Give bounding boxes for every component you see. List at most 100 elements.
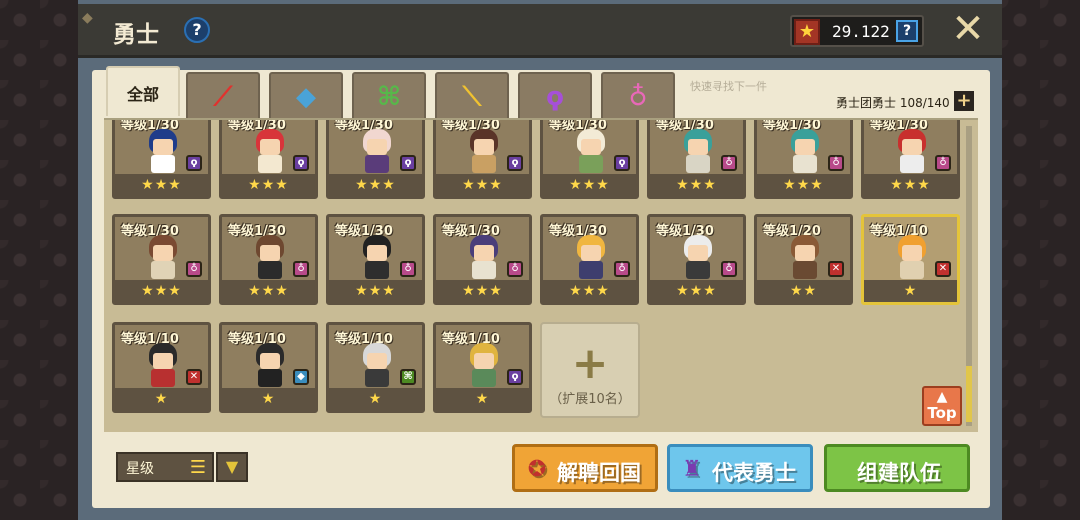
hero-stars: ★★★	[222, 280, 315, 302]
hero-stars: ★	[115, 388, 208, 410]
hero-sprite	[785, 235, 825, 283]
hero-stars: ★★★	[650, 174, 743, 196]
hero-sprite	[785, 129, 825, 177]
weapon-type-icon: ♁	[507, 261, 523, 277]
top-label: Top	[927, 404, 957, 422]
hero-stars: ★★	[757, 280, 850, 302]
sort-dropdown-button[interactable]: ▼	[216, 452, 248, 482]
hero-card[interactable]: 等级1/20 ✕ ★★	[754, 214, 853, 305]
tab-sword[interactable]: ⟋	[186, 72, 260, 118]
hero-stars: ★★★	[222, 174, 315, 196]
representative-hero-button[interactable]: ♜ 代表勇士	[667, 444, 813, 492]
tab-ring[interactable]: ♁	[601, 72, 675, 118]
hero-card[interactable]: 等级1/30 ♁ ★★★	[326, 214, 425, 305]
axe-icon: ◆	[296, 82, 316, 112]
sword-icon: ⟋	[213, 82, 233, 112]
hero-card[interactable]: 等级1/10 ⌘ ★	[326, 322, 425, 413]
hero-stars: ★★★	[115, 174, 208, 196]
gem-counter: ★ 29.122 ?	[790, 15, 924, 47]
hero-stars: ★★★	[329, 280, 422, 302]
tab-all[interactable]: 全部	[106, 66, 180, 116]
banner-icon: ♜	[682, 457, 702, 482]
hero-card[interactable]: 等级1/30 ϙ ★★★	[219, 120, 318, 199]
tab-axe[interactable]: ◆	[269, 72, 343, 118]
hero-sprite	[250, 129, 290, 177]
hero-card[interactable]: 等级1/30 ϙ ★★★	[112, 120, 211, 199]
expand-roster-button[interactable]: + （扩展10名）	[540, 322, 640, 418]
hero-stars: ★	[329, 388, 422, 410]
hero-card[interactable]: 等级1/30 ♁ ★★★	[861, 120, 960, 199]
tab-wand[interactable]: ϙ	[518, 72, 592, 118]
close-icon[interactable]: ✕	[948, 9, 988, 50]
sort-select[interactable]: 星级 ☰	[116, 452, 214, 482]
hero-sprite	[464, 129, 504, 177]
hero-stars: ★★★	[436, 174, 529, 196]
weapon-type-icon: ϙ	[507, 369, 523, 385]
hero-card[interactable]: 等级1/30 ϙ ★★★	[326, 120, 425, 199]
hero-sprite	[250, 235, 290, 283]
hero-card[interactable]: 等级1/10 ✕ ★	[112, 322, 211, 413]
hero-sprite	[464, 235, 504, 283]
weapon-type-icon: ♁	[400, 261, 416, 277]
hero-card[interactable]: 等级1/10 ◆ ★	[219, 322, 318, 413]
build-team-button[interactable]: 组建队伍	[824, 444, 970, 492]
add-capacity-button[interactable]: +	[954, 91, 974, 111]
weapon-type-icon: ϙ	[186, 155, 202, 171]
hero-stars: ★	[436, 388, 529, 410]
hero-sprite	[143, 235, 183, 283]
sort-label: 星级	[126, 461, 154, 477]
scrollbar-thumb[interactable]	[966, 366, 972, 422]
weapon-type-icon: ♁	[293, 261, 309, 277]
weapon-type-icon: ϙ	[400, 155, 416, 171]
gem-icon: ★	[794, 19, 820, 45]
hero-card[interactable]: 等级1/30 ♁ ★★★	[112, 214, 211, 305]
hint-text: 快速寻找下一件	[690, 80, 767, 93]
hero-card[interactable]: 等级1/30 ♁ ★★★	[647, 214, 746, 305]
hero-card[interactable]: 等级1/30 ♁ ★★★	[540, 214, 639, 305]
weapon-type-icon: ϙ	[507, 155, 523, 171]
dismiss-icon: ✪	[527, 457, 547, 482]
tab-staff[interactable]: ⟍	[435, 72, 509, 118]
hero-count: 勇士团勇士 108/140	[836, 96, 950, 110]
weapon-type-icon: ♁	[828, 155, 844, 171]
hero-card[interactable]: 等级1/30 ♁ ★★★	[433, 214, 532, 305]
hero-sprite	[571, 129, 611, 177]
scroll-top-button[interactable]: ▲ Top	[922, 386, 962, 426]
weapon-type-icon: ϙ	[293, 155, 309, 171]
hero-card[interactable]: 等级1/10 ϙ ★	[433, 322, 532, 413]
dismiss-label: 解聘回国	[557, 461, 641, 485]
weapon-type-icon: ♁	[186, 261, 202, 277]
plus-icon: +	[571, 338, 609, 389]
hero-sprite	[143, 343, 183, 391]
hero-card[interactable]: 等级1/10 ✕ ★	[861, 214, 960, 305]
hero-stars: ★	[864, 280, 957, 302]
scrollbar[interactable]	[966, 126, 972, 426]
gem-help-icon[interactable]: ?	[896, 20, 918, 42]
weapon-type-icon: ♁	[721, 261, 737, 277]
hero-stars: ★★★	[864, 174, 957, 196]
hero-sprite	[143, 129, 183, 177]
hero-card[interactable]: 等级1/30 ♁ ★★★	[219, 214, 318, 305]
hero-card[interactable]: 等级1/30 ϙ ★★★	[540, 120, 639, 199]
bow-icon: ⌘	[376, 82, 402, 112]
dismiss-button[interactable]: ✪ 解聘回国	[512, 444, 658, 492]
weapon-type-icon: ✕	[186, 369, 202, 385]
hero-sprite	[892, 129, 932, 177]
hero-card[interactable]: 等级1/30 ϙ ★★★	[433, 120, 532, 199]
weapon-type-icon: ⌘	[400, 369, 416, 385]
hero-sprite	[357, 235, 397, 283]
build-team-label: 组建队伍	[857, 461, 941, 485]
hero-sprite	[250, 343, 290, 391]
tab-bow[interactable]: ⌘	[352, 72, 426, 118]
help-icon[interactable]: ?	[184, 17, 210, 43]
list-icon: ☰	[189, 457, 206, 478]
tab-all-label: 全部	[126, 85, 159, 104]
hero-sprite	[357, 129, 397, 177]
page-title: 勇士	[113, 22, 159, 48]
weapon-type-icon: ✕	[935, 261, 951, 277]
weapon-type-icon: ✕	[828, 261, 844, 277]
hero-card[interactable]: 等级1/30 ♁ ★★★	[647, 120, 746, 199]
hero-stars: ★★★	[543, 280, 636, 302]
hero-stars: ★★★	[329, 174, 422, 196]
hero-card[interactable]: 等级1/30 ♁ ★★★	[754, 120, 853, 199]
